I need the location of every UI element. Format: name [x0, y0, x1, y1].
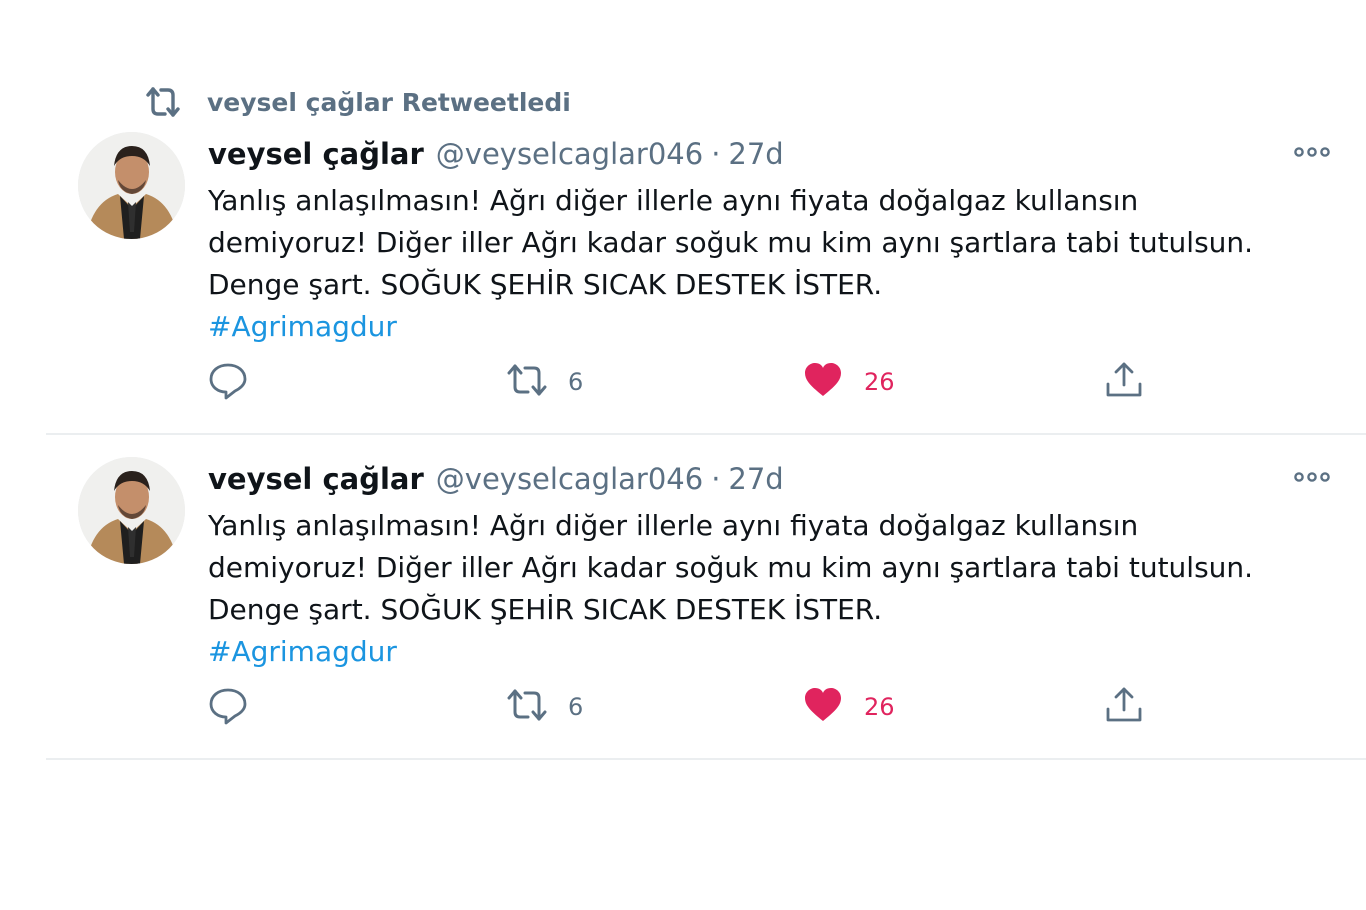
retweet-icon [143, 84, 187, 120]
retweet-icon [504, 687, 550, 727]
tweet-text-line: Denge şart. SOĞUK ŞEHİR SICAK DESTEK İST… [208, 268, 883, 301]
tweet-text-line: Yanlış anlaşılmasın! Ağrı diğer illerle … [208, 509, 1139, 542]
more-icon[interactable] [1290, 465, 1334, 489]
share-button[interactable] [1104, 360, 1144, 404]
more-icon[interactable] [1290, 140, 1334, 164]
display-name[interactable]: veysel çağlar [208, 462, 424, 496]
like-count: 26 [864, 693, 895, 721]
retweet-context[interactable]: veysel çağlar Retweetledi [143, 84, 571, 120]
retweet-button[interactable]: 6 [504, 685, 583, 729]
like-button[interactable]: 26 [804, 360, 895, 404]
retweet-button[interactable]: 6 [504, 360, 583, 404]
share-icon [1104, 685, 1144, 729]
hashtag-link[interactable]: #Agrimagdur [208, 635, 397, 668]
timestamp[interactable]: 27d [728, 462, 783, 496]
retweet-context-label: veysel çağlar Retweetledi [207, 87, 571, 117]
tweet-text-line: Denge şart. SOĞUK ŞEHİR SICAK DESTEK İST… [208, 593, 883, 626]
reply-icon [208, 685, 248, 729]
tweet[interactable]: veysel çağlar @veyselcaglar046 · 27d Yan… [46, 457, 1366, 760]
reply-button[interactable] [208, 360, 248, 404]
tweet-header: veysel çağlar @veyselcaglar046 · 27d [208, 132, 784, 176]
share-button[interactable] [1104, 685, 1144, 729]
heart-icon [804, 362, 842, 402]
like-count: 26 [864, 368, 895, 396]
hashtag-link[interactable]: #Agrimagdur [208, 310, 397, 343]
tweet-text-line: demiyoruz! Diğer iller Ağrı kadar soğuk … [208, 551, 1254, 584]
heart-icon [804, 687, 842, 727]
header-separator: · [711, 137, 721, 171]
user-handle[interactable]: @veyselcaglar046 [436, 462, 703, 496]
share-icon [1104, 360, 1144, 404]
retweet-count: 6 [568, 693, 584, 721]
tweet-text: Yanlış anlaşılmasın! Ağrı diğer illerle … [208, 505, 1318, 673]
display-name[interactable]: veysel çağlar [208, 137, 424, 171]
avatar[interactable] [78, 457, 185, 564]
tweet-text: Yanlış anlaşılmasın! Ağrı diğer illerle … [208, 180, 1318, 348]
like-button[interactable]: 26 [804, 685, 895, 729]
tweet-header: veysel çağlar @veyselcaglar046 · 27d [208, 457, 784, 501]
retweet-icon [504, 362, 550, 402]
tweet-actions: 6 26 [208, 360, 1208, 404]
tweet[interactable]: veysel çağlar @veyselcaglar046 · 27d Yan… [46, 132, 1366, 435]
tweet-text-line: Yanlış anlaşılmasın! Ağrı diğer illerle … [208, 184, 1139, 217]
header-separator: · [711, 462, 721, 496]
timestamp[interactable]: 27d [728, 137, 783, 171]
user-handle[interactable]: @veyselcaglar046 [436, 137, 703, 171]
tweet-text-line: demiyoruz! Diğer iller Ağrı kadar soğuk … [208, 226, 1254, 259]
retweet-count: 6 [568, 368, 584, 396]
reply-icon [208, 360, 248, 404]
avatar[interactable] [78, 132, 185, 239]
tweet-actions: 6 26 [208, 685, 1208, 729]
reply-button[interactable] [208, 685, 248, 729]
